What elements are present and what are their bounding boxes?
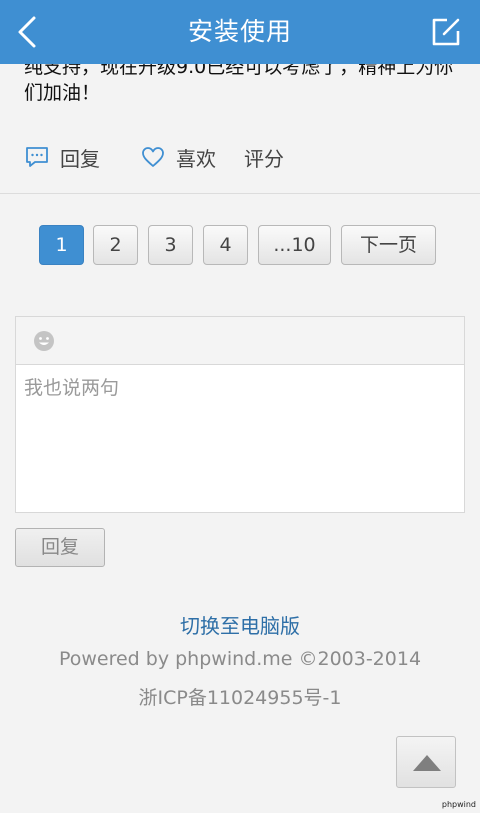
rate-action[interactable]: 评分 [244, 143, 284, 172]
watermark-text: phpwind [441, 800, 476, 809]
switch-to-desktop-link[interactable]: 切换至电脑版 [0, 610, 480, 639]
page-title: 安装使用 [187, 17, 292, 46]
triangle-up-icon [413, 755, 441, 771]
like-action[interactable]: 喜欢 [130, 143, 216, 172]
post-actions: 回复 喜欢 评分 [24, 140, 284, 174]
top-bar: 安装使用 [0, 0, 480, 64]
editor-toolbar [16, 317, 464, 365]
page-button-2[interactable]: 2 [93, 225, 138, 265]
icp-text: 浙ICP备11024955号-1 [138, 687, 342, 709]
comment-icon [24, 144, 50, 170]
reply-action[interactable]: 回复 [24, 143, 100, 172]
powered-by-text: Powered by phpwind.me ©2003-2014 [58, 648, 422, 670]
pagination: 1 2 3 4 ...10 下一页 [0, 225, 480, 267]
reply-label: 回复 [60, 146, 100, 171]
page-button-last[interactable]: ...10 [258, 225, 331, 265]
like-label: 喜欢 [176, 146, 216, 171]
heart-icon [140, 144, 166, 170]
reply-textarea[interactable] [16, 365, 464, 511]
rate-label: 评分 [244, 146, 284, 171]
next-page-button[interactable]: 下一页 [341, 225, 436, 265]
smiley-icon[interactable] [33, 330, 55, 352]
reply-button[interactable]: 回复 [15, 528, 105, 567]
edit-icon[interactable] [430, 16, 462, 48]
reply-editor [15, 316, 465, 513]
back-to-top-button[interactable] [396, 736, 456, 788]
page-button-3[interactable]: 3 [148, 225, 193, 265]
page-button-1[interactable]: 1 [39, 225, 84, 265]
divider [0, 193, 480, 194]
page-button-4[interactable]: 4 [203, 225, 248, 265]
